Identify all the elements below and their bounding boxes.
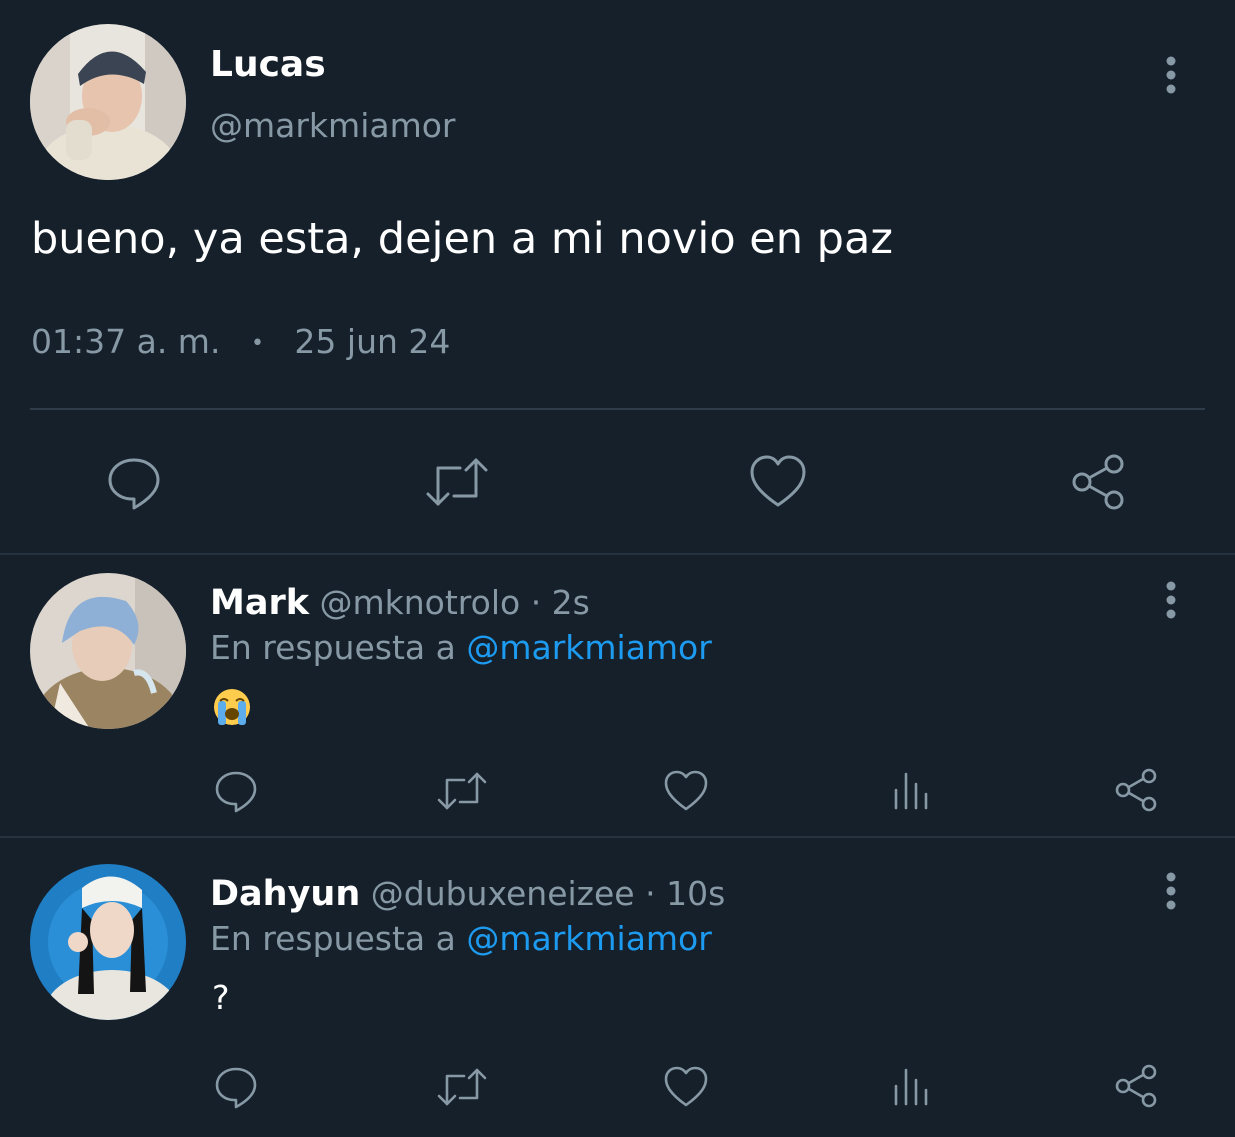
reply-icon[interactable]: [213, 1064, 259, 1114]
more-options-icon[interactable]: [1160, 56, 1182, 100]
analytics-icon[interactable]: [890, 1064, 934, 1114]
author-name[interactable]: Lucas: [210, 44, 326, 85]
reply-context: En respuesta a @markmiamor: [210, 919, 712, 958]
reply-to-link[interactable]: @markmiamor: [466, 919, 712, 958]
reply-author-handle[interactable]: @dubuxeneizee: [371, 874, 635, 913]
tweet-time: 01:37 a. m.: [31, 322, 221, 361]
share-icon[interactable]: [1068, 450, 1130, 518]
reply-icon[interactable]: [213, 768, 259, 818]
like-icon[interactable]: [748, 452, 808, 516]
author-handle[interactable]: @markmiamor: [210, 106, 456, 145]
more-options-icon[interactable]: [1160, 872, 1182, 916]
like-icon[interactable]: [663, 1064, 709, 1114]
reply-age[interactable]: · 10s: [645, 874, 725, 913]
reply-author-handle[interactable]: @mknotrolo: [319, 583, 520, 622]
reply-text: ?: [212, 978, 230, 1017]
avatar-dahyun[interactable]: [30, 864, 186, 1020]
divider: [0, 553, 1235, 555]
more-options-icon[interactable]: [1160, 581, 1182, 625]
reply-prefix: En respuesta a: [210, 919, 456, 958]
reply-author-name[interactable]: Mark: [210, 583, 309, 623]
reply-to-link[interactable]: @markmiamor: [466, 628, 712, 667]
reply-icon[interactable]: [104, 452, 164, 516]
share-icon[interactable]: [1113, 1062, 1161, 1114]
tweet-meta: 01:37 a. m. • 25 jun 24: [31, 322, 450, 361]
like-icon[interactable]: [663, 768, 709, 818]
avatar-lucas[interactable]: [30, 24, 186, 180]
meta-divider: [30, 408, 1205, 410]
reply-text: 😭: [212, 687, 252, 727]
retweet-icon[interactable]: [424, 452, 490, 516]
divider: [0, 836, 1235, 838]
reply-context: En respuesta a @markmiamor: [210, 628, 712, 667]
reply-author-name[interactable]: Dahyun: [210, 874, 360, 914]
reply-header: Mark @mknotrolo · 2s: [210, 583, 590, 623]
analytics-icon[interactable]: [890, 768, 934, 818]
reply-header: Dahyun @dubuxeneizee · 10s: [210, 874, 725, 914]
share-icon[interactable]: [1113, 766, 1161, 818]
reply-prefix: En respuesta a: [210, 628, 456, 667]
tweet-text: bueno, ya esta, dejen a mi novio en paz: [31, 214, 893, 264]
loudly-crying-emoji-icon: [214, 689, 250, 725]
avatar-mark[interactable]: [30, 573, 186, 729]
tweet-date: 25 jun 24: [294, 322, 451, 361]
retweet-icon[interactable]: [436, 768, 488, 818]
reply-age[interactable]: · 2s: [531, 583, 590, 622]
retweet-icon[interactable]: [436, 1064, 488, 1114]
meta-separator: •: [250, 331, 264, 356]
